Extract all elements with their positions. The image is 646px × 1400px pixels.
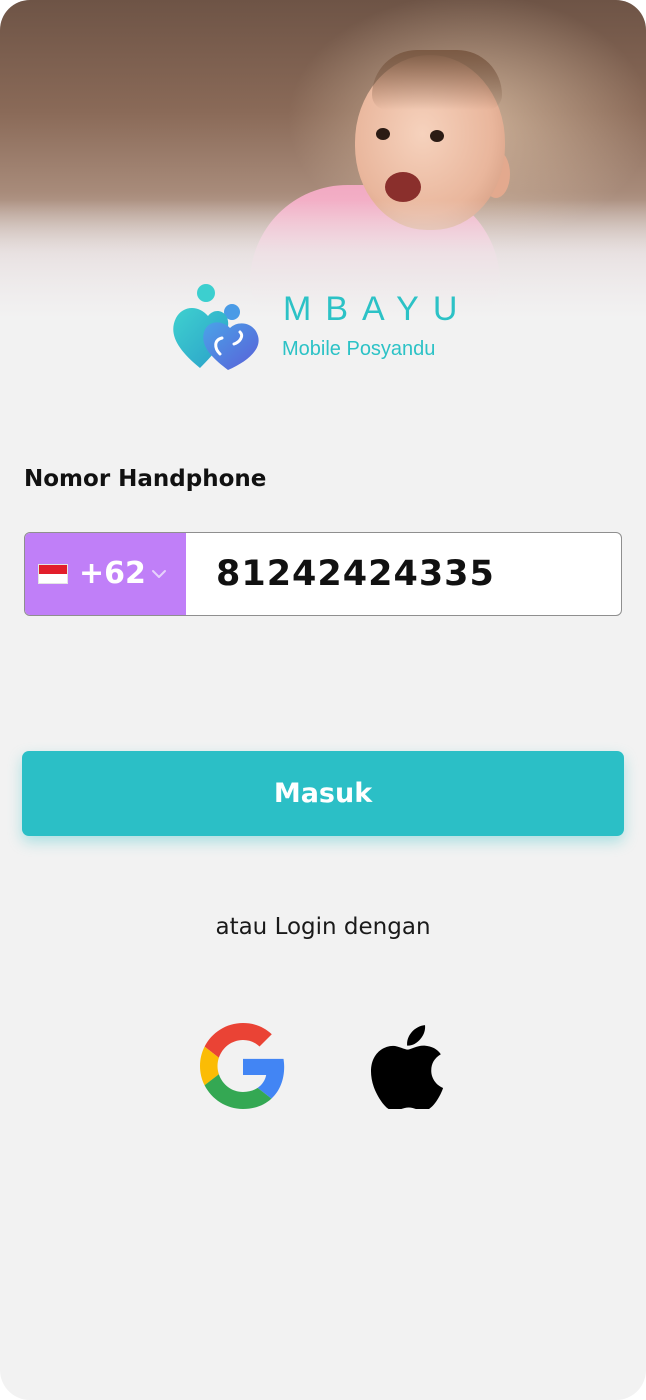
apple-icon [371, 1025, 444, 1109]
country-code-picker[interactable]: +62 [25, 533, 186, 615]
indonesia-flag-icon [38, 564, 68, 584]
baby-eye-right [430, 130, 444, 142]
chevron-down-icon [152, 570, 166, 578]
brand-title: MBAYU [283, 290, 472, 328]
baby-eye-left [376, 128, 390, 140]
phone-number-input[interactable] [186, 533, 621, 615]
dial-code: +62 [79, 556, 146, 591]
alt-login-label: atau Login dengan [215, 914, 431, 940]
hero-photo [0, 0, 646, 320]
google-login-button[interactable] [199, 1022, 287, 1110]
login-button[interactable]: Masuk [22, 751, 624, 836]
phone-field-label: Nomor Handphone [24, 466, 267, 492]
baby-mouth [385, 172, 421, 202]
brand-subtitle: Mobile Posyandu [282, 338, 436, 360]
google-icon [200, 1023, 285, 1109]
phone-field: +62 [24, 532, 622, 616]
baby-hair [372, 50, 502, 110]
apple-login-button[interactable] [363, 1020, 451, 1109]
login-screen: MBAYU Mobile Posyandu Nomor Handphone +6… [0, 0, 646, 1400]
mbayu-logo-icon [173, 284, 259, 370]
